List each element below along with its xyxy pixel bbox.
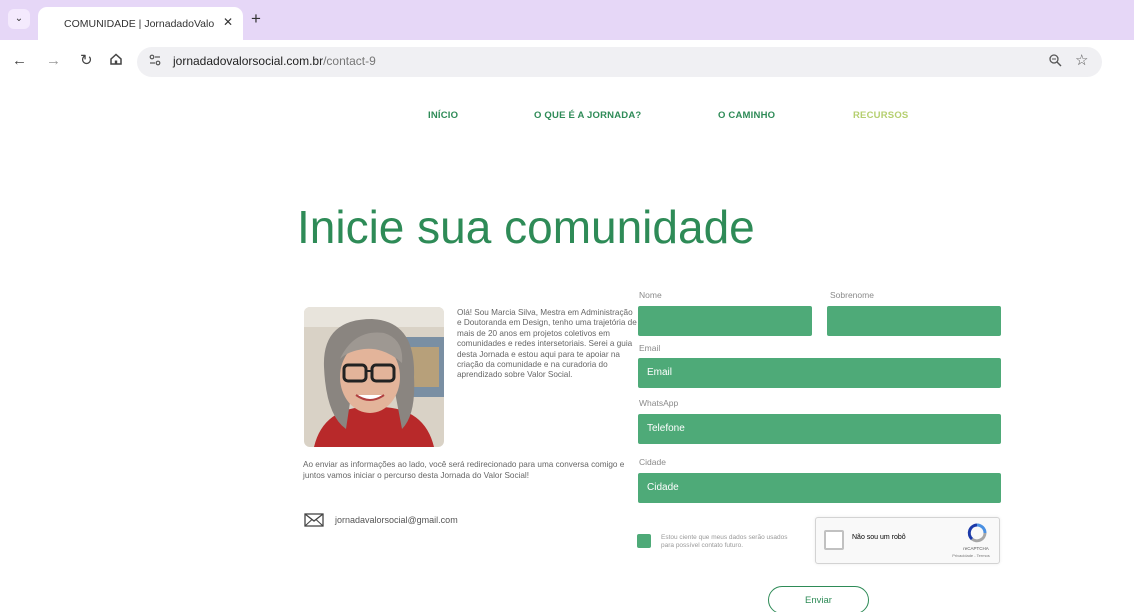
url-path: /contact-9 bbox=[323, 54, 376, 68]
envelope-icon bbox=[304, 513, 324, 532]
nav-item-inicio[interactable]: INÍCIO bbox=[428, 110, 458, 121]
whatsapp-label: WhatsApp bbox=[639, 398, 679, 408]
zoom-icon[interactable] bbox=[1048, 53, 1062, 70]
city-field[interactable]: Cidade bbox=[638, 473, 1001, 503]
close-icon[interactable]: ✕ bbox=[223, 15, 233, 29]
home-icon[interactable] bbox=[109, 52, 123, 71]
back-arrow-icon[interactable]: ← bbox=[12, 52, 27, 70]
recaptcha-widget: Não sou um robô reCAPTCHA Privacidade - … bbox=[815, 517, 1000, 564]
nav-item-jornada[interactable]: O QUE É A JORNADA? bbox=[534, 110, 641, 121]
page-title: Inicie sua comunidade bbox=[297, 201, 755, 253]
last-name-label: Sobrenome bbox=[830, 290, 874, 300]
redirect-note: Ao enviar as informações ao lado, você s… bbox=[303, 460, 625, 480]
email-field[interactable]: Email bbox=[638, 358, 1001, 388]
consent-text: Estou ciente que meus dados serão usados… bbox=[661, 534, 788, 549]
profile-photo bbox=[304, 307, 444, 447]
email-label: Email bbox=[639, 343, 661, 353]
chevron-down-icon[interactable]: ⌄ bbox=[8, 9, 30, 29]
new-tab-icon[interactable]: + bbox=[251, 9, 261, 29]
phone-field[interactable]: Telefone bbox=[638, 414, 1001, 444]
url-host: jornadadovalorsocial.com.br bbox=[173, 54, 324, 68]
tab-title: COMUNIDADE | JornadadoValor... bbox=[64, 18, 214, 30]
recaptcha-terms[interactable]: Privacidade - Termos bbox=[946, 553, 996, 558]
first-name-field[interactable] bbox=[638, 306, 812, 336]
recaptcha-checkbox[interactable] bbox=[824, 530, 844, 550]
forward-arrow-icon[interactable]: → bbox=[46, 52, 61, 70]
url-text[interactable]: jornadadovalorsocial.com.br/contact-9 bbox=[173, 54, 376, 68]
submit-button[interactable]: Enviar bbox=[768, 586, 869, 612]
star-icon[interactable]: ☆ bbox=[1075, 51, 1088, 69]
browser-tab[interactable]: COMUNIDADE | JornadadoValor... ✕ bbox=[38, 7, 243, 40]
reload-icon[interactable]: ↻ bbox=[80, 52, 93, 70]
recaptcha-label: Não sou um robô bbox=[852, 534, 906, 541]
recaptcha-logo-icon bbox=[966, 523, 988, 543]
first-name-label: Nome bbox=[639, 290, 662, 300]
nav-item-recursos[interactable]: RECURSOS bbox=[853, 110, 908, 121]
bio-text: Olá! Sou Marcia Silva, Mestra em Adminis… bbox=[457, 308, 637, 380]
last-name-field[interactable] bbox=[827, 306, 1001, 336]
tune-icon[interactable] bbox=[146, 53, 164, 71]
recaptcha-brand: reCAPTCHA bbox=[963, 546, 989, 551]
contact-email[interactable]: jornadavalorsocial@gmail.com bbox=[335, 515, 458, 525]
browser-tab-bar: ⌄ COMUNIDADE | JornadadoValor... ✕ + bbox=[0, 0, 1134, 40]
nav-item-caminho[interactable]: O CAMINHO bbox=[718, 110, 775, 121]
consent-checkbox[interactable] bbox=[637, 534, 651, 548]
city-label: Cidade bbox=[639, 457, 666, 467]
